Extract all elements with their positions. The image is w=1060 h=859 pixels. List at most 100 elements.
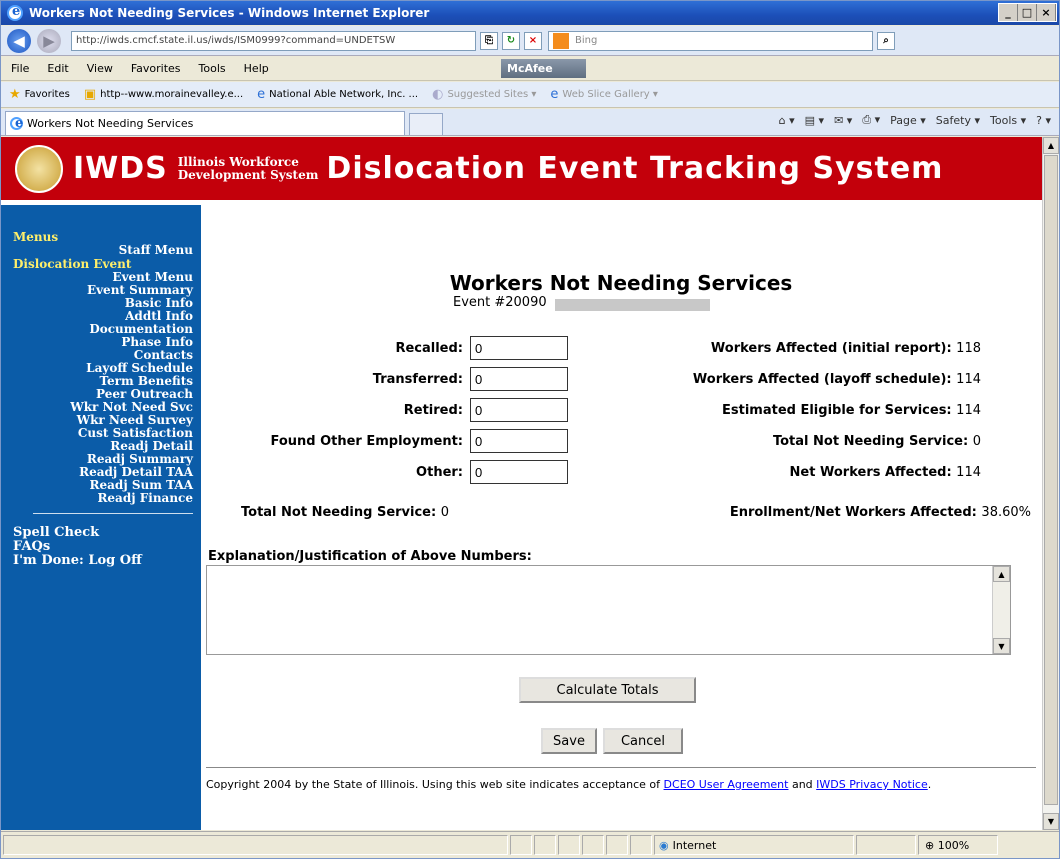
recalled-input[interactable] xyxy=(470,336,568,360)
page-menu[interactable]: Page ▾ xyxy=(890,114,926,127)
dceo-user-agreement-link[interactable]: DCEO User Agreement xyxy=(664,778,789,791)
window-title: Workers Not Needing Services - Windows I… xyxy=(29,6,430,20)
enrollment-ratio-label: Enrollment/Net Workers Affected: xyxy=(729,505,977,520)
suggested-sites-text: Suggested Sites ▾ xyxy=(447,89,537,100)
status-cell xyxy=(606,835,628,855)
sidebar-item-faqs[interactable]: FAQs xyxy=(13,540,193,554)
maximize-icon[interactable]: □ xyxy=(1018,4,1037,21)
sidebar-item-staff-menu[interactable]: Staff Menu xyxy=(13,244,193,257)
total-not-needing: Total Not Needing Service: 0 xyxy=(241,505,449,520)
transferred-input[interactable] xyxy=(470,367,568,391)
sidebar: Menus Staff Menu Dislocation Event Event… xyxy=(1,205,201,830)
refresh-icon[interactable]: ↻ xyxy=(502,31,520,50)
page-scroll-up-icon[interactable]: ▲ xyxy=(1043,137,1059,154)
url-input[interactable]: http://iwds.cmcf.state.il.us/iwds/ISM099… xyxy=(71,30,476,51)
new-tab-button[interactable] xyxy=(409,113,443,135)
enrollment-ratio-value: 38.60% xyxy=(981,505,1031,520)
total-not-needing-value: 0 xyxy=(440,505,450,520)
zoom-control[interactable]: ⊕ 100% xyxy=(918,835,998,855)
scroll-down-icon[interactable]: ▼ xyxy=(993,638,1010,654)
zoom-icon: ⊕ xyxy=(925,838,938,852)
menu-view[interactable]: View xyxy=(87,62,113,75)
found-other-employment-label: Found Other Employment: xyxy=(270,434,463,449)
found-other-employment-input[interactable] xyxy=(470,429,568,453)
stat-workers-initial-value: 118 xyxy=(956,341,981,356)
enrollment-ratio: Enrollment/Net Workers Affected: 38.60% xyxy=(730,505,1031,520)
compat-view-icon[interactable]: ⎘ xyxy=(480,31,498,50)
security-zone-label: Internet xyxy=(672,838,717,852)
search-icon[interactable]: ⌕ xyxy=(877,31,895,50)
mail-icon[interactable]: ✉ ▾ xyxy=(834,114,852,127)
page-icon: ▣ xyxy=(83,87,97,102)
browser-window: Workers Not Needing Services - Windows I… xyxy=(0,0,1060,859)
sidebar-item-spell-check[interactable]: Spell Check xyxy=(13,526,193,540)
web-slice-icon: e xyxy=(550,87,559,102)
safety-menu[interactable]: Safety ▾ xyxy=(936,114,980,127)
status-bar: ◉ Internet ⊕ 100% xyxy=(1,831,1059,858)
suggested-sites[interactable]: ◐ Suggested Sites ▾ xyxy=(432,87,536,102)
stat-net-workers-label: Net Workers Affected: xyxy=(789,465,952,480)
sidebar-item-log-off[interactable]: I'm Done: Log Off xyxy=(13,554,193,568)
status-cell xyxy=(534,835,556,855)
stat-workers-layoff-value: 114 xyxy=(956,372,981,387)
favorite-link-1[interactable]: ▣ http--www.morainevalley.e... xyxy=(84,87,243,102)
close-icon[interactable]: × xyxy=(1037,4,1056,21)
stat-workers-layoff-label: Workers Affected (layoff schedule): xyxy=(692,372,952,387)
explanation-scrollbar[interactable]: ▲ ▼ xyxy=(992,566,1010,654)
status-cell xyxy=(630,835,652,855)
stat-estimated-eligible-label: Estimated Eligible for Services: xyxy=(722,403,952,418)
print-icon[interactable]: ⎙ ▾ xyxy=(862,113,880,127)
favorites-button[interactable]: ★ Favorites xyxy=(9,87,70,102)
page-content: IWDS Illinois Workforce Development Syst… xyxy=(1,137,1042,830)
menu-help[interactable]: Help xyxy=(244,62,269,75)
protected-mode-icon[interactable] xyxy=(856,835,916,855)
page-scrollbar[interactable]: ▲ ▼ xyxy=(1042,137,1059,830)
minimize-icon[interactable]: _ xyxy=(999,4,1018,21)
sidebar-item-readj-finance[interactable]: Readj Finance xyxy=(13,492,193,505)
main-panel: Workers Not Needing Services Event #2009… xyxy=(201,205,1041,830)
tools-menu[interactable]: Tools ▾ xyxy=(990,114,1026,127)
tab-title: Workers Not Needing Services xyxy=(27,117,194,130)
feeds-icon[interactable]: ▤ ▾ xyxy=(805,114,824,127)
security-zone: ◉ Internet xyxy=(654,835,854,855)
menu-tools[interactable]: Tools xyxy=(199,62,226,75)
page-scroll-down-icon[interactable]: ▼ xyxy=(1043,813,1059,830)
url-text: http://iwds.cmcf.state.il.us/iwds/ISM099… xyxy=(76,35,396,46)
web-slice-text: Web Slice Gallery ▾ xyxy=(562,89,658,100)
web-slice-gallery[interactable]: e Web Slice Gallery ▾ xyxy=(550,87,658,102)
footer-divider xyxy=(206,767,1036,768)
stop-icon[interactable]: × xyxy=(524,31,542,50)
event-number: Event #20090 xyxy=(453,295,547,310)
menu-favorites[interactable]: Favorites xyxy=(131,62,181,75)
scroll-up-icon[interactable]: ▲ xyxy=(993,566,1010,582)
home-icon[interactable]: ⌂ ▾ xyxy=(779,114,795,127)
header-banner: IWDS Illinois Workforce Development Syst… xyxy=(1,137,1042,202)
recalled-label: Recalled: xyxy=(395,341,463,356)
menu-edit[interactable]: Edit xyxy=(47,62,68,75)
sidebar-divider xyxy=(33,513,193,514)
back-icon[interactable]: ◀ xyxy=(7,28,31,53)
save-button[interactable]: Save xyxy=(541,728,597,754)
page-scroll-thumb[interactable] xyxy=(1044,155,1058,805)
mcafee-button[interactable]: McAfee xyxy=(501,59,586,78)
explanation-label: Explanation/Justification of Above Numbe… xyxy=(208,549,532,564)
iwds-privacy-notice-link[interactable]: IWDS Privacy Notice xyxy=(816,778,928,791)
other-input[interactable] xyxy=(470,460,568,484)
help-icon[interactable]: ? ▾ xyxy=(1036,114,1051,127)
search-input[interactable]: Bing xyxy=(548,30,873,51)
favorite-link-1-text: http--www.morainevalley.e... xyxy=(100,89,244,100)
cancel-button[interactable]: Cancel xyxy=(603,728,683,754)
search-placeholder: Bing xyxy=(575,35,598,46)
stat-net-workers: Net Workers Affected: 114 xyxy=(790,465,981,480)
forward-icon[interactable]: ▶ xyxy=(37,28,61,53)
retired-input[interactable] xyxy=(470,398,568,422)
status-cell xyxy=(558,835,580,855)
menu-file[interactable]: File xyxy=(11,62,29,75)
stat-estimated-eligible-value: 114 xyxy=(956,403,981,418)
favorite-link-2[interactable]: e National Able Network, Inc. ... xyxy=(257,87,418,102)
copyright-period: . xyxy=(927,778,932,791)
explanation-textarea[interactable] xyxy=(206,565,1011,655)
ie-logo-icon xyxy=(7,4,23,21)
calculate-totals-button[interactable]: Calculate Totals xyxy=(519,677,696,703)
tab-active[interactable]: Workers Not Needing Services xyxy=(5,111,405,135)
